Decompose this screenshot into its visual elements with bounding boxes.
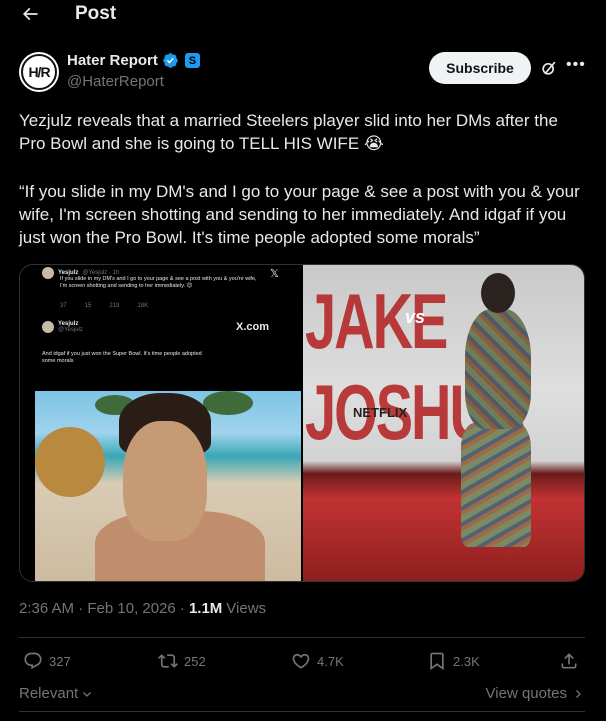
view-quotes-label: View quotes bbox=[485, 685, 567, 702]
post-text-quote: “If you slide in my DM's and I go to you… bbox=[19, 182, 580, 247]
repost-count: 252 bbox=[184, 653, 206, 669]
embed-stat: 219 bbox=[109, 303, 120, 309]
figure-body bbox=[465, 309, 531, 429]
reply-count: 327 bbox=[49, 653, 71, 669]
embed-stats: 37 15 219 18K bbox=[60, 303, 148, 309]
page-title: Post bbox=[75, 3, 117, 24]
embedded-screenshot: Yesjulz @Yesjulz · 1h 𝕏 If you slide in … bbox=[38, 265, 290, 395]
embed-tweet-1: If you slide in my DM's and I go to your… bbox=[60, 276, 257, 289]
view-quotes-link[interactable]: View quotes bbox=[486, 685, 584, 702]
embed-avatar bbox=[42, 267, 54, 279]
author-name-row: Hater Report S bbox=[67, 52, 200, 69]
verified-badge-icon bbox=[163, 53, 178, 68]
post-text-main: Yezjulz reveals that a married Steelers … bbox=[19, 111, 558, 153]
embed-avatar bbox=[42, 321, 54, 333]
grok-icon[interactable] bbox=[539, 58, 559, 78]
avatar-logo: H/R bbox=[21, 54, 57, 90]
back-button[interactable] bbox=[18, 2, 42, 26]
bookmark-button[interactable]: 2.3K bbox=[427, 651, 480, 671]
chevron-down-icon bbox=[83, 691, 92, 697]
subscriber-badge: S bbox=[184, 53, 200, 68]
embed-handle: @Yesjulz bbox=[58, 327, 83, 333]
chevron-right-icon bbox=[576, 689, 581, 698]
palm-shape bbox=[203, 391, 253, 415]
bookmark-count: 2.3K bbox=[453, 653, 480, 669]
share-icon bbox=[561, 653, 577, 669]
share-button[interactable] bbox=[559, 651, 579, 671]
embed-stat: 15 bbox=[84, 303, 92, 309]
sort-label: Relevant bbox=[19, 685, 79, 702]
post-media: Yesjulz @Yesjulz · 1h 𝕏 If you slide in … bbox=[19, 264, 585, 582]
subscribe-button[interactable]: Subscribe bbox=[429, 52, 531, 84]
embed-stat: 18K bbox=[137, 303, 149, 309]
divider bbox=[19, 711, 585, 712]
bookmark-icon bbox=[430, 652, 444, 671]
avatar[interactable]: H/R bbox=[19, 52, 59, 92]
embed-xcom: X.com bbox=[236, 321, 270, 333]
like-button[interactable]: 4.7K bbox=[291, 651, 344, 671]
media-image-right[interactable]: JAKE JOSHUA vs NETFLIX bbox=[303, 265, 584, 581]
embed-stat: 37 bbox=[60, 303, 67, 309]
figure-legs bbox=[461, 423, 531, 547]
face-shape bbox=[123, 421, 207, 541]
embed-header-2: Yesjulz @Yesjulz bbox=[42, 321, 83, 333]
more-options-icon[interactable]: ••• bbox=[566, 56, 586, 74]
arrow-left-icon bbox=[22, 7, 38, 21]
banner-vs: vs bbox=[405, 307, 426, 327]
repost-icon bbox=[158, 654, 178, 668]
top-bar: Post bbox=[0, 0, 606, 30]
embed-tweet-2: And idgaf if you just won the Super Bowl… bbox=[42, 351, 202, 364]
divider bbox=[19, 637, 585, 638]
x-logo-icon: 𝕏 bbox=[270, 268, 279, 280]
reply-button[interactable]: 327 bbox=[23, 651, 71, 671]
heart-icon bbox=[292, 653, 310, 669]
figure-head bbox=[481, 273, 515, 313]
action-bar: 327 252 4.7K 2.3K bbox=[19, 651, 585, 673]
post-timestamp: 2:36 AM · Feb 10, 2026 · 1.1M Views bbox=[19, 600, 266, 617]
banner-text: JAKE JOSHUA bbox=[305, 276, 528, 456]
netflix-logo: NETFLIX bbox=[353, 405, 408, 420]
author-name[interactable]: Hater Report bbox=[67, 52, 158, 69]
view-count: 1.1M bbox=[188, 600, 223, 617]
like-count: 4.7K bbox=[317, 653, 344, 669]
reply-icon bbox=[24, 652, 42, 670]
sort-relevant-dropdown[interactable]: Relevant bbox=[19, 685, 93, 702]
person-figure bbox=[451, 273, 539, 547]
post-time[interactable]: 2:36 AM · Feb 10, 2026 · bbox=[19, 600, 185, 617]
views-label: Views bbox=[226, 600, 267, 617]
author-handle[interactable]: @HaterReport bbox=[67, 73, 164, 90]
repost-button[interactable]: 252 bbox=[158, 651, 206, 671]
media-image-left[interactable]: Yesjulz @Yesjulz · 1h 𝕏 If you slide in … bbox=[20, 265, 301, 581]
hat-shape bbox=[35, 427, 105, 497]
beach-photo bbox=[35, 391, 301, 581]
